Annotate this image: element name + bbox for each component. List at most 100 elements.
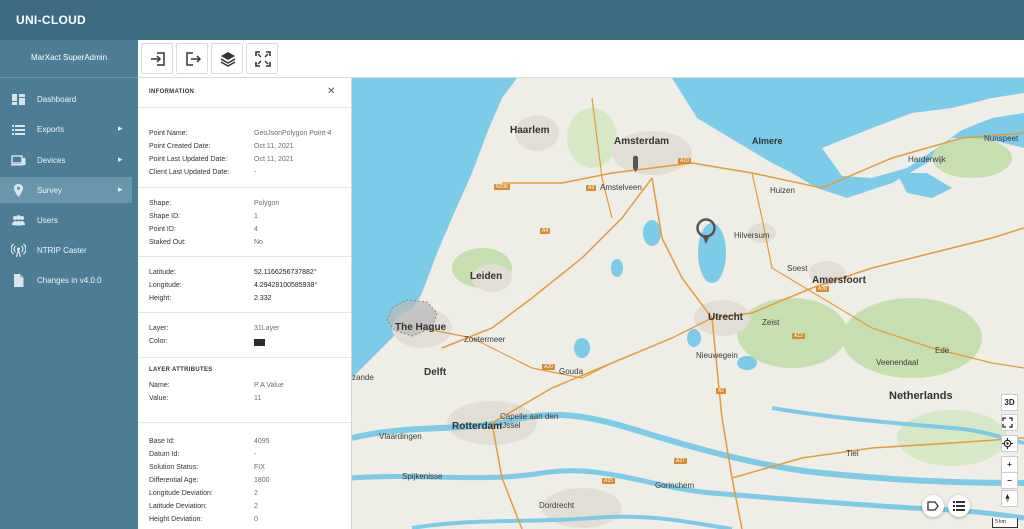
tag-icon [927, 501, 939, 511]
label: Point Name: [149, 130, 188, 137]
map-label-haarlem: Haarlem [510, 125, 550, 136]
layer-value: 31Layer [254, 325, 280, 332]
sidebar-item-users[interactable]: Users [0, 207, 132, 233]
map-label-dordrecht: Dordrecht [539, 501, 575, 510]
antenna-icon [11, 243, 26, 258]
map-label-nieuwegein: Nieuwegein [696, 351, 738, 360]
map-background [352, 78, 1024, 529]
3d-toggle-button[interactable]: 3D [1001, 394, 1018, 411]
point-name-row: Point Name: GeoJsonPolygon Point-4 [149, 130, 349, 140]
label: Shape: [149, 200, 172, 207]
legend-button[interactable] [948, 495, 970, 517]
sidebar-item-changes[interactable]: Changes in v4.0.0 [0, 267, 132, 293]
layer-attributes-header: LAYER ATTRIBUTES [149, 367, 213, 373]
base-id-row: Base Id: 4095 [149, 438, 349, 448]
shape-id-value: 1 [254, 213, 258, 220]
zoom-out-button[interactable]: − [1001, 472, 1018, 489]
sidebar-item-devices[interactable]: Devices ▸ [0, 147, 132, 173]
map-label-delft: Delft [424, 367, 447, 378]
close-icon[interactable]: ✕ [327, 86, 335, 97]
road-label-a12: A12 [792, 333, 805, 339]
shape-row: Shape: Polygon [149, 200, 349, 210]
map-label-ede: Ede [935, 346, 950, 355]
map-label-utrecht: Utrecht [708, 312, 744, 323]
map-label-zoetermeer: Zoetermeer [464, 335, 506, 344]
road-label-a27: A27 [674, 458, 687, 464]
map-label-spijkenisse: Spijkenisse [402, 472, 443, 481]
crosshair-icon [1002, 438, 1013, 449]
map-label-the-hague: The Hague [395, 322, 447, 333]
divider [138, 312, 351, 313]
users-icon [12, 215, 25, 226]
color-swatch [254, 339, 265, 346]
divider [138, 357, 351, 358]
sidebar-item-label: Survey [37, 186, 62, 195]
sidebar-item-exports[interactable]: Exports ▸ [0, 116, 132, 142]
layer-row: Layer: 31Layer [149, 325, 349, 335]
label: Height: [149, 295, 172, 302]
shape-value: Polygon [254, 200, 280, 207]
compass-button[interactable] [1001, 490, 1018, 507]
fullscreen-button[interactable] [246, 43, 278, 74]
divider [138, 187, 351, 188]
point-id-row: Point ID: 4 [149, 226, 349, 236]
base-id-value: 4095 [254, 438, 270, 445]
zoom-in-button[interactable]: + [1001, 456, 1018, 473]
sidebar: MarXact SuperAdmin Dashboard Exports ▸ D… [0, 40, 138, 529]
sidebar-item-label: Changes in v4.0.0 [37, 276, 102, 285]
fullscreen-icon [255, 51, 271, 67]
export-button[interactable] [176, 43, 208, 74]
app-title: UNI-CLOUD [16, 13, 87, 27]
information-panel: INFORMATION ✕ Point Name: GeoJsonPolygon … [138, 78, 352, 529]
map-fullscreen-button[interactable] [1001, 414, 1018, 431]
map-label-amstelveen: Amstelveen [600, 183, 642, 192]
label-toggle-button[interactable] [922, 495, 944, 517]
sidebar-item-survey[interactable]: Survey ▸ [0, 177, 132, 203]
road-label-a15: A15 [602, 478, 615, 484]
label: Longitude: [149, 282, 182, 289]
map-label-hilversum: Hilversum [734, 231, 770, 240]
locate-button[interactable] [1001, 435, 1018, 452]
document-icon [14, 274, 24, 287]
devices-icon [11, 155, 26, 166]
point-updated-value: Oct 11, 2021 [254, 156, 294, 163]
label: Value: [149, 395, 169, 402]
label: Differential Age: [149, 477, 199, 484]
sidebar-item-dashboard[interactable]: Dashboard [0, 86, 132, 112]
point-name-value: GeoJsonPolygon Point-4 [254, 130, 332, 137]
chevron-right-icon: ▸ [118, 184, 123, 194]
map-label-rotterdam: Rotterdam [452, 421, 503, 432]
road-label-a4: A4 [540, 228, 551, 234]
layers-button[interactable] [211, 43, 243, 74]
longitude-deviation-row: Longitude Deviation: 2 [149, 490, 349, 500]
label: Point ID: [149, 226, 176, 233]
import-icon [151, 52, 165, 66]
map-scale: 5 km [992, 518, 1018, 528]
attribute-value-value: 11 [254, 395, 262, 402]
road-label-a2: A2 [716, 388, 727, 394]
label: Datum Id: [149, 451, 180, 458]
color-row: Color: [149, 338, 349, 348]
point-id-value: 4 [254, 226, 258, 233]
latitude-row: Latitude: 52.1166256737882° [149, 269, 349, 279]
attribute-value-row: Value: 11 [149, 395, 349, 405]
sidebar-item-label: Exports [37, 125, 65, 134]
shape-id-row: Shape ID: 1 [149, 213, 349, 223]
datum-id-value: - [254, 451, 257, 458]
solution-status-row: Solution Status: FIX [149, 464, 349, 474]
staked-out-row: Staked Out: No [149, 239, 349, 249]
road-label-a10: A10 [678, 158, 691, 164]
label: Staked Out: [149, 239, 186, 246]
divider [138, 422, 351, 423]
location-pin-icon [14, 184, 23, 197]
map-view[interactable]: Haarlem Amsterdam Almere Nunspeet Harder… [352, 78, 1024, 529]
map-label-vlaardingen: Vlaardingen [379, 432, 422, 441]
label: Longitude Deviation: [149, 490, 213, 497]
map-label-nunspeet: Nunspeet [984, 134, 1019, 143]
divider [138, 107, 351, 108]
map-label-harderwijk: Harderwijk [908, 155, 946, 164]
sidebar-item-ntrip-caster[interactable]: NTRIP Caster [0, 237, 132, 263]
map-label-gorinchem: Gorinchem [655, 481, 695, 490]
import-button[interactable] [141, 43, 173, 74]
longitude-row: Longitude: 4.29428100585938° [149, 282, 349, 292]
